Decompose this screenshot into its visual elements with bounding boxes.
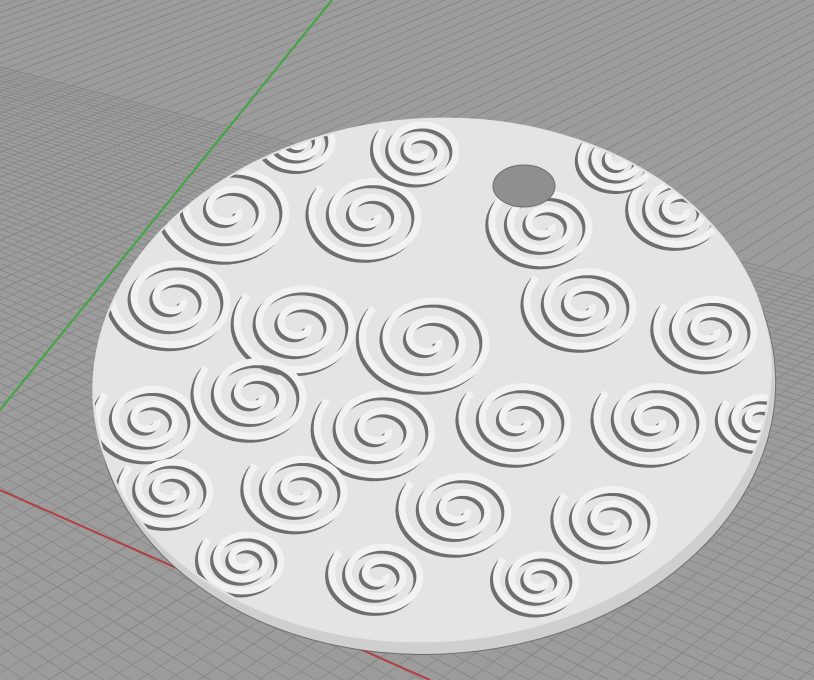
grid-line <box>0 0 190 71</box>
grid-line <box>0 0 138 51</box>
grid-line <box>678 568 814 680</box>
viewport-canvas[interactable] <box>0 0 814 680</box>
grid-line <box>0 0 70 26</box>
grid-line <box>0 0 87 32</box>
grid-line <box>0 0 36 13</box>
grid-line <box>0 580 158 680</box>
grid-line <box>0 551 211 680</box>
grid-line <box>0 0 292 115</box>
grid-line <box>0 0 309 122</box>
grid-line <box>0 0 121 45</box>
3d-viewport[interactable] <box>0 0 814 680</box>
grid-line <box>0 0 19 7</box>
grid-line <box>798 666 814 680</box>
keyring-hole <box>492 164 556 208</box>
